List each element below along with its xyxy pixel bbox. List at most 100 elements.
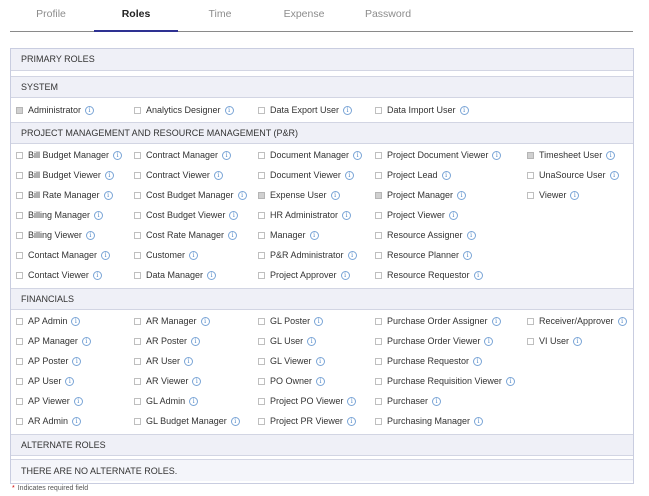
role-contact-viewer[interactable]: Contact Viewer i — [16, 268, 102, 282]
role-ap-manager[interactable]: AP Manager i — [16, 334, 91, 348]
role-checkbox[interactable] — [258, 251, 265, 259]
role-project-manager[interactable]: Project Manager i — [375, 188, 467, 202]
info-icon[interactable]: i — [441, 170, 451, 180]
role-checkbox[interactable] — [134, 337, 141, 345]
role-checkbox[interactable] — [375, 337, 382, 345]
role-gl-viewer[interactable]: GL Viewer i — [258, 354, 325, 368]
role-checkbox[interactable] — [16, 271, 23, 279]
role-billing-manager[interactable]: Billing Manager i — [16, 208, 104, 222]
role-ar-admin[interactable]: AR Admin i — [16, 414, 82, 428]
info-icon[interactable]: i — [103, 190, 113, 200]
role-checkbox[interactable] — [258, 317, 265, 325]
role-contract-manager[interactable]: Contract Manager i — [134, 148, 232, 162]
role-checkbox[interactable] — [134, 417, 141, 425]
role-checkbox[interactable] — [258, 171, 265, 179]
role-checkbox[interactable] — [375, 377, 382, 385]
role-purchaser[interactable]: Purchaser i — [375, 394, 442, 408]
role-checkbox[interactable] — [375, 317, 382, 325]
info-icon[interactable]: i — [230, 416, 240, 426]
info-icon[interactable]: i — [189, 250, 199, 260]
role-checkbox[interactable] — [375, 106, 382, 114]
info-icon[interactable]: i — [617, 316, 627, 326]
info-icon[interactable]: i — [448, 210, 458, 220]
info-icon[interactable]: i — [347, 250, 357, 260]
role-resource-assigner[interactable]: Resource Assigner i — [375, 228, 476, 242]
info-icon[interactable]: i — [213, 170, 223, 180]
info-icon[interactable]: i — [491, 316, 501, 326]
info-icon[interactable]: i — [573, 336, 583, 346]
info-icon[interactable]: i — [459, 105, 469, 115]
info-icon[interactable]: i — [343, 105, 353, 115]
info-icon[interactable]: i — [81, 336, 91, 346]
role-checkbox[interactable] — [527, 337, 534, 345]
role-checkbox[interactable] — [258, 151, 265, 159]
info-icon[interactable]: i — [65, 376, 75, 386]
role-project-pr-viewer[interactable]: Project PR Viewer i — [258, 414, 356, 428]
info-icon[interactable]: i — [189, 396, 199, 406]
role-purchase-order-viewer[interactable]: Purchase Order Viewer i — [375, 334, 494, 348]
info-icon[interactable]: i — [315, 356, 325, 366]
info-icon[interactable]: i — [104, 170, 114, 180]
tab-expense[interactable]: Expense — [272, 0, 336, 31]
role-purchase-order-assigner[interactable]: Purchase Order Assigner i — [375, 314, 501, 328]
role-po-owner[interactable]: PO Owner i — [258, 374, 326, 388]
role-bill-rate-manager[interactable]: Bill Rate Manager i — [16, 188, 113, 202]
role-checkbox[interactable] — [375, 417, 382, 425]
role-checkbox[interactable] — [375, 357, 382, 365]
info-icon[interactable]: i — [184, 356, 194, 366]
role-customer[interactable]: Customer i — [134, 248, 199, 262]
role-checkbox[interactable] — [16, 377, 23, 385]
role-checkbox[interactable] — [16, 397, 23, 405]
role-checkbox[interactable] — [258, 106, 265, 114]
role-ap-viewer[interactable]: AP Viewer i — [16, 394, 83, 408]
role-ar-user[interactable]: AR User i — [134, 354, 194, 368]
role-checkbox[interactable] — [527, 317, 534, 325]
info-icon[interactable]: i — [224, 105, 234, 115]
info-icon[interactable]: i — [307, 336, 317, 346]
role-checkbox[interactable] — [134, 106, 141, 114]
role-checkbox[interactable] — [527, 171, 534, 179]
role-checkbox[interactable] — [258, 191, 265, 199]
role-bill-budget-manager[interactable]: Bill Budget Manager i — [16, 148, 123, 162]
info-icon[interactable]: i — [200, 316, 210, 326]
role-gl-poster[interactable]: GL Poster i — [258, 314, 324, 328]
role-checkbox[interactable] — [16, 417, 23, 425]
role-ap-poster[interactable]: AP Poster i — [16, 354, 82, 368]
role-contract-viewer[interactable]: Contract Viewer i — [134, 168, 223, 182]
role-resource-requestor[interactable]: Resource Requestor i — [375, 268, 483, 282]
tab-time[interactable]: Time — [190, 0, 250, 31]
info-icon[interactable]: i — [316, 376, 326, 386]
role-checkbox[interactable] — [258, 337, 265, 345]
role-checkbox[interactable] — [258, 231, 265, 239]
role-checkbox[interactable] — [134, 397, 141, 405]
info-icon[interactable]: i — [340, 270, 350, 280]
role-receiver-approver[interactable]: Receiver/Approver i — [527, 314, 627, 328]
role-contact-manager[interactable]: Contact Manager i — [16, 248, 111, 262]
role-checkbox[interactable] — [375, 151, 382, 159]
info-icon[interactable]: i — [432, 396, 442, 406]
role-checkbox[interactable] — [16, 151, 23, 159]
role-purchase-requestor[interactable]: Purchase Requestor i — [375, 354, 483, 368]
role-checkbox[interactable] — [134, 377, 141, 385]
role-document-viewer[interactable]: Document Viewer i — [258, 168, 354, 182]
role-ap-admin[interactable]: AP Admin i — [16, 314, 81, 328]
tab-profile[interactable]: Profile — [20, 0, 82, 31]
info-icon[interactable]: i — [113, 150, 123, 160]
role-checkbox[interactable] — [375, 271, 382, 279]
info-icon[interactable]: i — [192, 376, 202, 386]
info-icon[interactable]: i — [492, 150, 502, 160]
role-checkbox[interactable] — [16, 106, 23, 114]
role-checkbox[interactable] — [134, 191, 141, 199]
role-billing-viewer[interactable]: Billing Viewer i — [16, 228, 95, 242]
role-checkbox[interactable] — [134, 171, 141, 179]
info-icon[interactable]: i — [237, 190, 247, 200]
role-gl-user[interactable]: GL User i — [258, 334, 317, 348]
info-icon[interactable]: i — [207, 270, 217, 280]
role-checkbox[interactable] — [258, 397, 265, 405]
role-timesheet-user[interactable]: Timesheet User i — [527, 148, 616, 162]
role-purchase-requisition-viewer[interactable]: Purchase Requisition Viewer i — [375, 374, 515, 388]
info-icon[interactable]: i — [72, 416, 82, 426]
role-checkbox[interactable] — [16, 191, 23, 199]
role-purchasing-manager[interactable]: Purchasing Manager i — [375, 414, 484, 428]
info-icon[interactable]: i — [72, 356, 82, 366]
